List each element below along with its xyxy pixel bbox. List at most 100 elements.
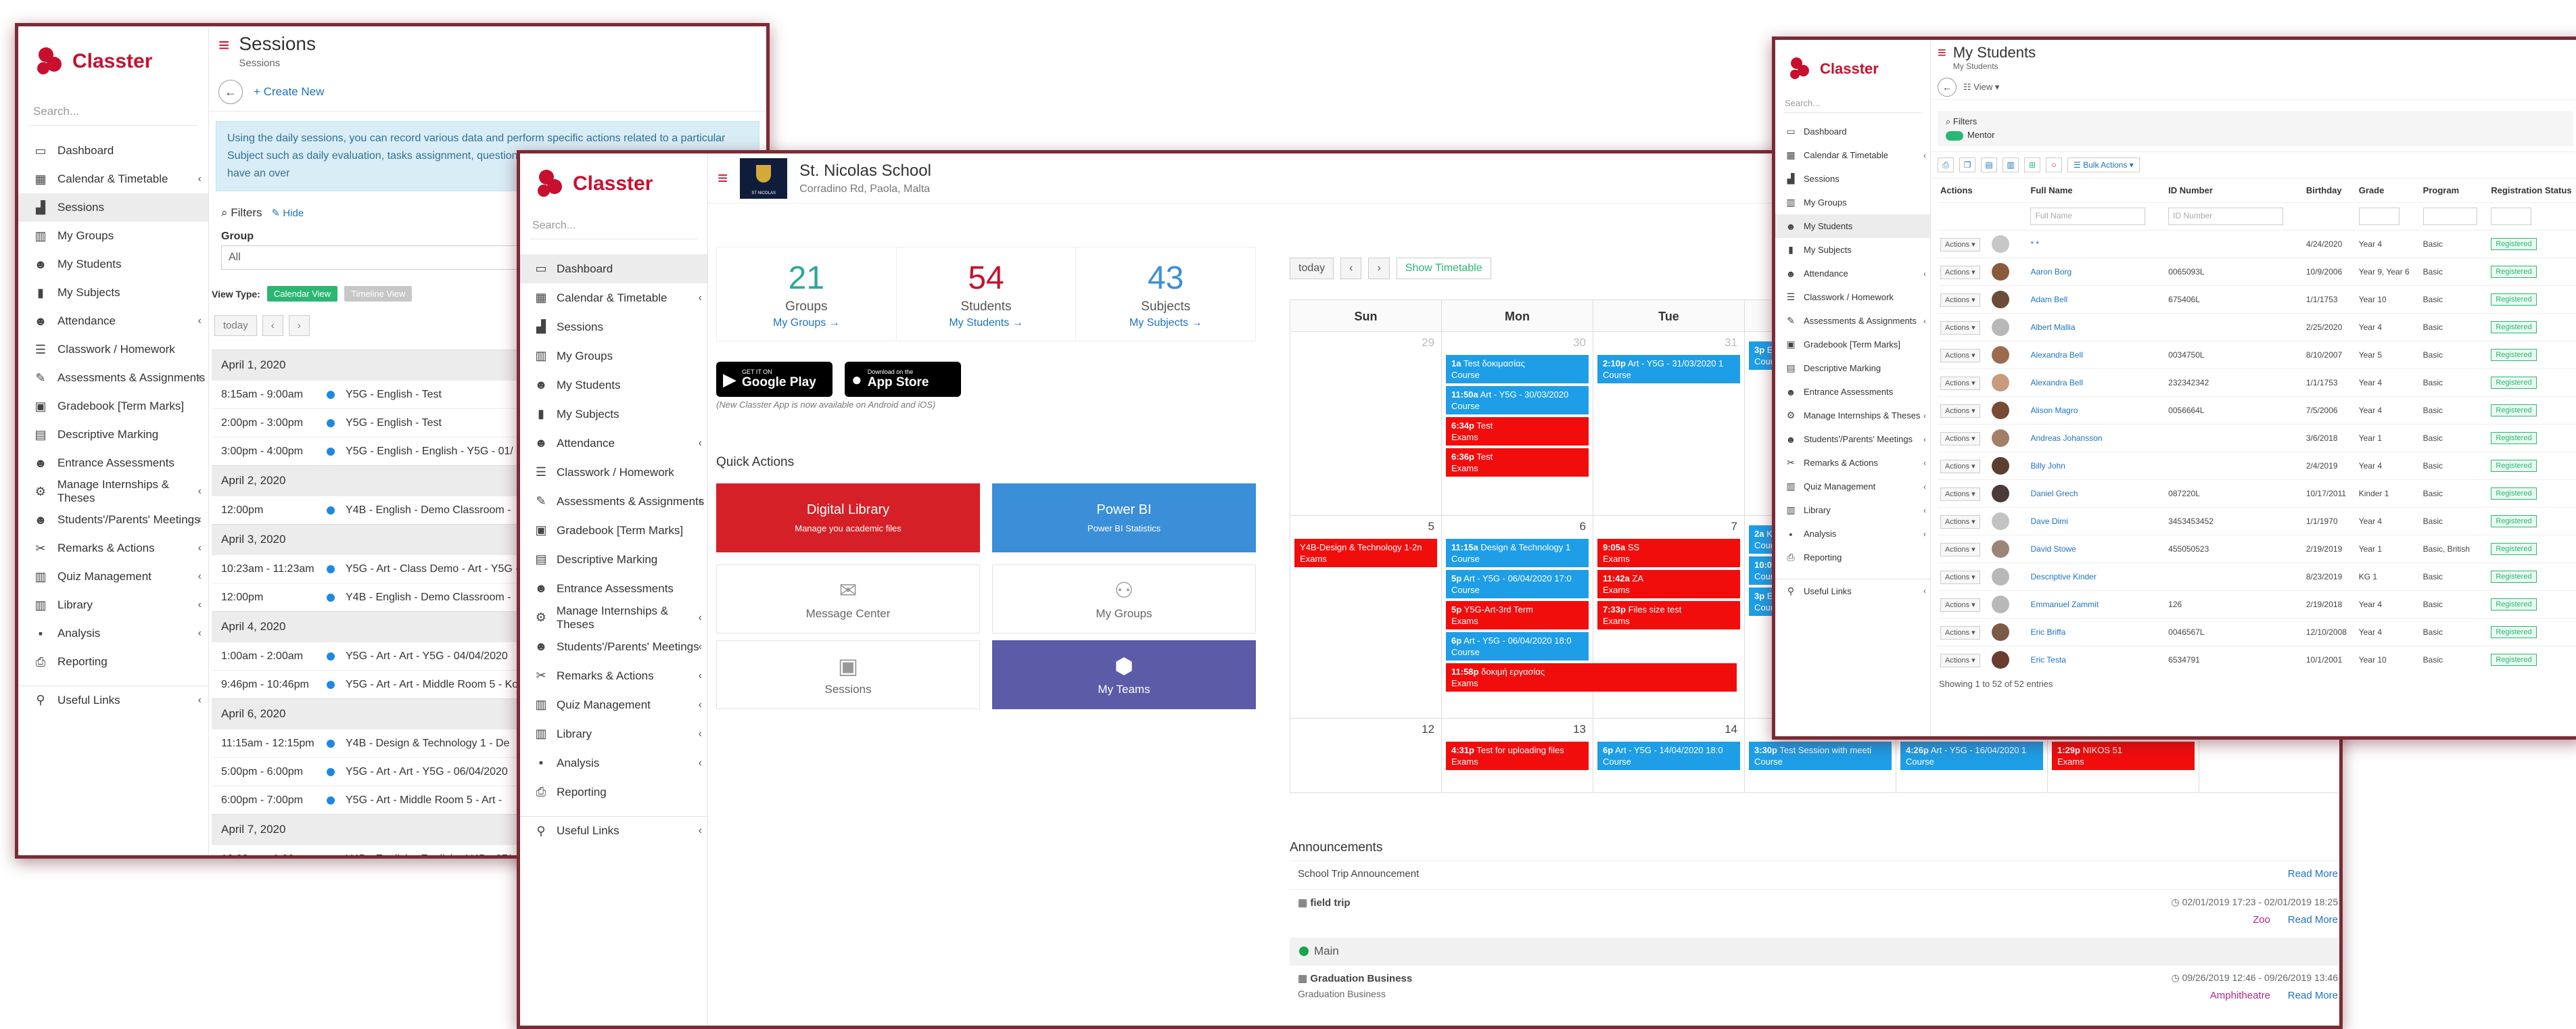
table-row[interactable]: Actions ▾ David Stowe 455050523 2/19/2019 Ye…: [1938, 534, 2576, 563]
grade-filter[interactable]: [2358, 207, 2399, 225]
prev-button[interactable]: ‹: [262, 315, 283, 336]
announcement-item[interactable]: ▦ Graduation Business Graduation Busines…: [1290, 965, 2339, 1008]
table-row[interactable]: Actions ▾ Adam Bell 675406L 1/1/1753 Year 10…: [1938, 285, 2576, 314]
row-actions-button[interactable]: Actions ▾: [1940, 459, 1980, 473]
full-name-cell[interactable]: Aaron Borg: [2028, 257, 2166, 286]
sidebar-item-attendance[interactable]: ☻ Attendance ‹: [520, 429, 707, 458]
cal-today-button[interactable]: today: [1290, 258, 1334, 279]
calendar-day-cell[interactable]: 31 2:10p Art - Y5G - 31/03/2020 1 Course: [1593, 332, 1745, 516]
calendar-event[interactable]: 11:50a Art - Y5G - 30/03/2020 Course: [1446, 386, 1589, 414]
filters-header[interactable]: ⌕ Filters: [1946, 116, 2565, 127]
row-actions-button[interactable]: Actions ▾: [1940, 293, 1980, 307]
full-name-cell[interactable]: Dave Dimi: [2028, 506, 2166, 535]
calendar-day-cell[interactable]: 30 1a Test δοκιμασίας Course 11:50a Art - Y…: [1442, 332, 1593, 516]
sidebar-item-my-subjects[interactable]: ▮ My Subjects: [520, 400, 707, 429]
create-new-button[interactable]: + Create New: [254, 85, 324, 99]
sidebar-item-quiz-management[interactable]: ▥ Quiz Management ‹: [1775, 475, 1930, 498]
sidebar-item-my-groups[interactable]: ▥ My Groups: [520, 341, 707, 370]
sidebar-item-quiz-management[interactable]: ▥ Quiz Management ‹: [520, 690, 707, 719]
sidebar-item-dashboard[interactable]: ▭ Dashboard: [18, 137, 208, 165]
calendar-event[interactable]: 5p Y5G-Art-3rd Term Exams: [1446, 601, 1589, 629]
full-name-cell[interactable]: * *: [2028, 229, 2166, 258]
table-row[interactable]: Actions ▾ Andreas Johansson 3/6/2018 Year 1…: [1938, 423, 2576, 452]
timeline-view-button[interactable]: Timeline View: [344, 286, 413, 302]
sidebar-item-remarks-actions[interactable]: ✂ Remarks & Actions ‹: [18, 534, 208, 563]
sessions-button[interactable]: ▣ Sessions: [716, 640, 980, 709]
sidebar-item-sessions[interactable]: ▟ Sessions: [1775, 167, 1930, 191]
sidebar-item-my-students[interactable]: ☻ My Students: [1775, 214, 1930, 238]
sidebar-item-gradebook-term-marks[interactable]: ▣ Gradebook [Term Marks]: [1775, 333, 1930, 356]
sidebar-item-descriptive-marking[interactable]: ▤ Descriptive Marking: [520, 545, 707, 574]
table-row[interactable]: Actions ▾ Albert Mallia 2/25/2020 Year 4 Bas…: [1938, 312, 2576, 341]
row-actions-button[interactable]: Actions ▾: [1940, 598, 1980, 612]
row-actions-button[interactable]: Actions ▾: [1940, 570, 1980, 584]
sidebar-item-descriptive-marking[interactable]: ▤ Descriptive Marking: [1775, 356, 1930, 380]
calendar-event[interactable]: 5p Art - Y5G - 06/04/2020 17:0 Course: [1446, 570, 1589, 598]
sidebar-item-my-groups[interactable]: ▥ My Groups: [1775, 191, 1930, 214]
cal-next-button[interactable]: ›: [1368, 258, 1390, 279]
table-row[interactable]: Actions ▾ Eric Briffa 0046567L 12/10/2008 Ye…: [1938, 617, 2576, 646]
row-actions-button[interactable]: Actions ▾: [1940, 625, 1980, 640]
copy-icon[interactable]: ❐: [1959, 157, 1975, 172]
calendar-event[interactable]: 6p Art - Y5G - 06/04/2020 18:0 Course: [1446, 632, 1589, 661]
sidebar-item-calendar-timetable[interactable]: ▦ Calendar & Timetable ‹: [1775, 143, 1930, 167]
sidebar-item-assessments-assignments[interactable]: ✎ Assessments & Assignments ‹: [1775, 309, 1930, 333]
full-name-cell[interactable]: David Stowe: [2028, 534, 2166, 563]
sidebar-item-attendance[interactable]: ☻ Attendance ‹: [18, 307, 208, 335]
view-dropdown[interactable]: ☷ View ▾: [1963, 82, 1999, 93]
full-name-cell[interactable]: Eric Testa: [2028, 645, 2166, 674]
brand[interactable]: Classter: [18, 26, 208, 85]
table-row[interactable]: Actions ▾ Alexandra Bell 0034750L 8/10/2007…: [1938, 340, 2576, 369]
pdf-icon[interactable]: ▤: [1981, 157, 1997, 172]
print-icon[interactable]: ⎙: [1938, 157, 1954, 172]
table-row[interactable]: Actions ▾ * * 4/24/2020 Year 4 Basic Register…: [1938, 229, 2576, 258]
calendar-event[interactable]: 11:42a ZA Exams: [1597, 570, 1740, 598]
sidebar-item-analysis[interactable]: ▪ Analysis ‹: [1775, 522, 1930, 546]
calendar-day-cell[interactable]: 14 6p Art - Y5G - 14/04/2020 18:0 Course: [1593, 719, 1745, 793]
row-actions-button[interactable]: Actions ▾: [1940, 431, 1980, 446]
search-input[interactable]: Search...: [530, 213, 698, 239]
table-row[interactable]: Actions ▾ Eric Testa 6534791 10/1/2001 Year …: [1938, 645, 2576, 674]
sidebar-item-sessions[interactable]: ▟ Sessions: [18, 193, 208, 222]
sidebar-item-reporting[interactable]: ⎙ Reporting: [18, 648, 208, 676]
back-icon[interactable]: ←: [1938, 78, 1957, 97]
program-filter[interactable]: [2422, 207, 2477, 225]
calendar-event[interactable]: 1:29p NIKOS 51 Exams: [2052, 742, 2195, 770]
stat-groups[interactable]: 21 Groups My Groups →: [717, 247, 897, 341]
calendar-event[interactable]: Y4B-Design & Technology 1-2n Exams: [1294, 539, 1437, 567]
digital-library-button[interactable]: Digital Library Manage you academic file…: [716, 483, 980, 552]
sidebar-item-gradebook-term-marks[interactable]: ▣ Gradebook [Term Marks]: [18, 392, 208, 421]
sidebar-item-manage-internships-theses[interactable]: ⚙ Manage Internships & Theses ‹: [18, 477, 208, 506]
sidebar-item-remarks-actions[interactable]: ✂ Remarks & Actions ‹: [520, 661, 707, 690]
table-row[interactable]: Actions ▾ Dave Dimi 3453453452 1/1/1970 Year…: [1938, 506, 2576, 535]
hamburger-icon[interactable]: ≡: [718, 168, 728, 189]
sidebar-item-students-parents-meetings[interactable]: ☻ Students'/Parents' Meetings ‹: [520, 632, 707, 661]
sidebar-item-useful-links[interactable]: ⚲ Useful Links ‹: [1775, 579, 1930, 602]
row-actions-button[interactable]: Actions ▾: [1940, 265, 1980, 279]
table-row[interactable]: Actions ▾ Aaron Borg 0065093L 10/9/2006 Year…: [1938, 257, 2576, 286]
column-header[interactable]: Birthday: [2303, 178, 2356, 203]
sidebar-item-manage-internships-theses[interactable]: ⚙ Manage Internships & Theses ‹: [520, 603, 707, 632]
stat-link[interactable]: My Students →: [897, 317, 1076, 329]
table-row[interactable]: Actions ▾ Billy John 2/4/2019 Year 4 Basic Re…: [1938, 451, 2576, 480]
column-header[interactable]: Full Name: [2028, 178, 2165, 203]
my-teams-button[interactable]: ⬢ My Teams: [992, 640, 1256, 709]
message-center-button[interactable]: ✉ Message Center: [716, 565, 980, 633]
announcement-item[interactable]: ▦ field trip ◷ 02/01/2019 17:23 - 02/01/…: [1290, 889, 2339, 932]
sidebar-item-calendar-timetable[interactable]: ▦ Calendar & Timetable ‹: [18, 165, 208, 193]
back-icon[interactable]: ←: [218, 80, 243, 104]
sidebar-item-assessments-assignments[interactable]: ✎ Assessments & Assignments ‹: [18, 364, 208, 392]
announcement-item[interactable]: School Trip Announcement Read More: [1290, 861, 2339, 889]
read-more-link[interactable]: Read More: [2288, 990, 2338, 1001]
full-name-cell[interactable]: Billy John: [2028, 451, 2166, 480]
calendar-event[interactable]: 7:33p Files size test Exams: [1597, 601, 1740, 629]
stat-link[interactable]: My Groups →: [717, 317, 896, 329]
sidebar-item-calendar-timetable[interactable]: ▦ Calendar & Timetable ‹: [520, 283, 707, 312]
read-more-link[interactable]: Read More: [2288, 914, 2338, 926]
column-header[interactable]: Grade: [2356, 178, 2420, 203]
status-filter[interactable]: [2491, 207, 2532, 225]
calendar-event[interactable]: 3:30p Test Session with meeti Course: [1749, 742, 1892, 770]
sidebar-item-analysis[interactable]: ▪ Analysis ‹: [520, 748, 707, 777]
sidebar-item-descriptive-marking[interactable]: ▤ Descriptive Marking: [18, 421, 208, 449]
row-actions-button[interactable]: Actions ▾: [1940, 348, 1980, 362]
